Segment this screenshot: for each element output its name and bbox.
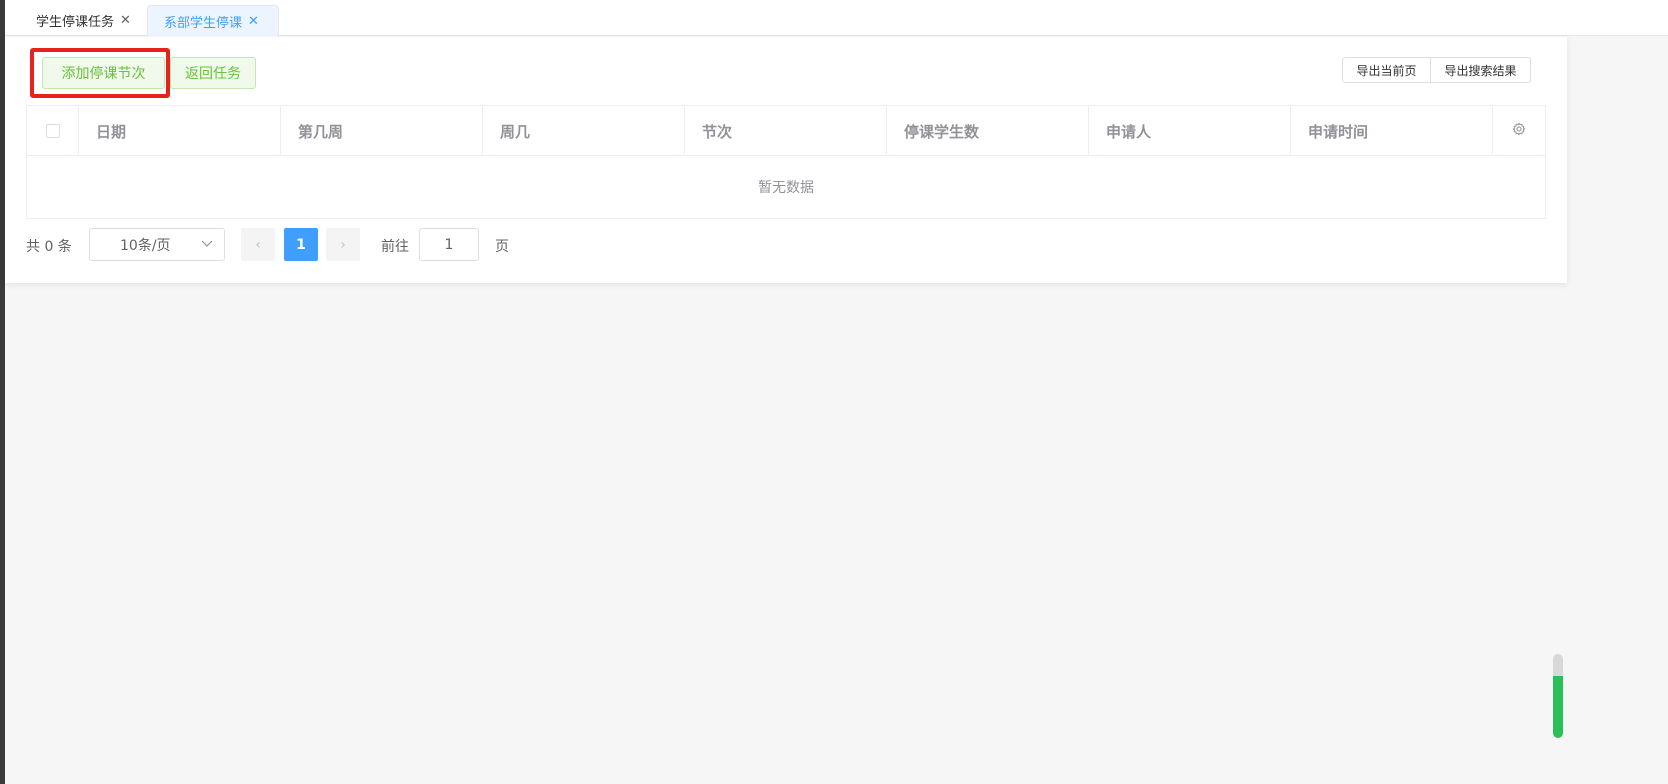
pagination: 共 0 条 10条/页 ‹ 1 › 前往 1 页 bbox=[26, 228, 626, 262]
page-size-value: 10条/页 bbox=[120, 237, 171, 254]
column-header-applicant[interactable]: 申请人 bbox=[1089, 106, 1291, 156]
page-size-select[interactable]: 10条/页 bbox=[89, 228, 225, 261]
chevron-down-icon bbox=[200, 236, 214, 254]
export-current-page-button[interactable]: 导出当前页 bbox=[1342, 57, 1431, 83]
back-to-task-button[interactable]: 返回任务 bbox=[170, 57, 256, 89]
empty-state-text: 暂无数据 bbox=[758, 180, 814, 196]
tab-label: 学生停课任务 bbox=[36, 15, 115, 30]
content-card: 添加停课节次 返回任务 导出当前页 导出搜索结果 日期 第几周 周几 节次 停课… bbox=[5, 37, 1567, 283]
column-header-date[interactable]: 日期 bbox=[79, 106, 281, 156]
select-all-checkbox[interactable] bbox=[45, 124, 60, 138]
close-icon[interactable]: ✕ bbox=[248, 14, 259, 29]
table-header: 日期 第几周 周几 节次 停课学生数 申请人 申请时间 bbox=[27, 106, 1545, 156]
side-scrollbar-fill bbox=[1553, 676, 1563, 738]
select-all-cell bbox=[27, 106, 79, 156]
column-settings-cell bbox=[1493, 106, 1545, 156]
goto-label: 前往 bbox=[381, 239, 409, 255]
goto-page-input[interactable]: 1 bbox=[419, 228, 479, 261]
highlight-box bbox=[30, 48, 170, 98]
tab-department-student-suspension[interactable]: 系部学生停课 ✕ bbox=[147, 5, 279, 36]
total-count: 共 0 条 bbox=[26, 239, 72, 255]
column-header-apply-time[interactable]: 申请时间 bbox=[1291, 106, 1493, 156]
column-header-weekday[interactable]: 周几 bbox=[483, 106, 685, 156]
column-header-period[interactable]: 节次 bbox=[685, 106, 887, 156]
tab-bar: 学生停课任务 ✕ 系部学生停课 ✕ bbox=[5, 0, 1668, 36]
page-unit-label: 页 bbox=[495, 239, 509, 255]
column-header-student-count[interactable]: 停课学生数 bbox=[887, 106, 1089, 156]
export-search-results-button[interactable]: 导出搜索结果 bbox=[1430, 57, 1531, 83]
next-page-button[interactable]: › bbox=[326, 228, 360, 261]
gear-icon[interactable] bbox=[1512, 122, 1526, 140]
prev-page-button[interactable]: ‹ bbox=[241, 228, 275, 261]
tab-student-suspension-task[interactable]: 学生停课任务 ✕ bbox=[26, 5, 142, 36]
page-number-current[interactable]: 1 bbox=[284, 228, 318, 261]
data-table: 日期 第几周 周几 节次 停课学生数 申请人 申请时间 暂无数据 bbox=[26, 105, 1546, 219]
column-header-week[interactable]: 第几周 bbox=[281, 106, 483, 156]
close-icon[interactable]: ✕ bbox=[120, 13, 131, 28]
tab-label: 系部学生停课 bbox=[164, 15, 243, 31]
